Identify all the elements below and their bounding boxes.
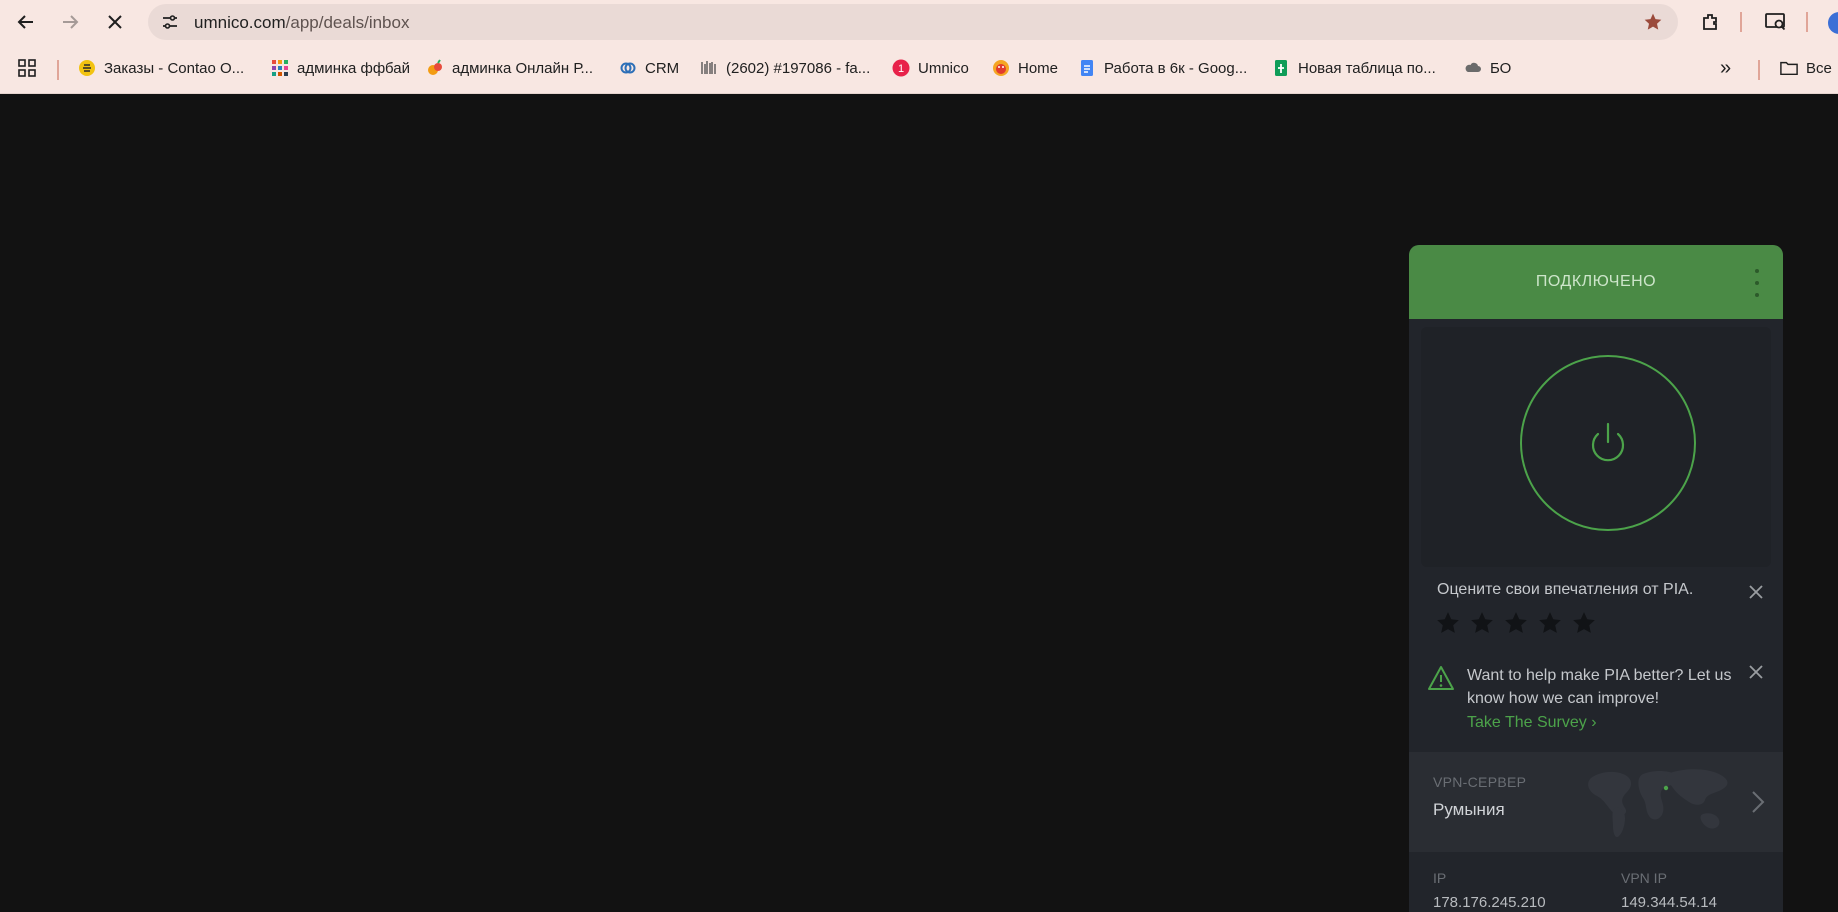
server-label: VPN-СЕРВЕР bbox=[1433, 774, 1527, 790]
site-info-icon[interactable] bbox=[156, 8, 184, 36]
vpn-server-selector[interactable]: VPN-СЕРВЕР Румыния bbox=[1409, 752, 1783, 852]
close-icon[interactable] bbox=[1746, 582, 1766, 602]
bookmark-label: админка ффбай bbox=[297, 59, 410, 77]
url-text: umnico.com/app/deals/inbox bbox=[194, 13, 409, 33]
bookmark-label: Umnico bbox=[918, 59, 969, 77]
bookmark-item[interactable]: (2602) #197086 - fa... bbox=[700, 55, 870, 81]
url-path: /app/deals/inbox bbox=[285, 13, 410, 32]
bookmark-label: (2602) #197086 - fa... bbox=[726, 59, 871, 77]
svg-text:1: 1 bbox=[898, 63, 904, 75]
bookmark-item[interactable]: Заказы - Contao O... bbox=[78, 55, 244, 81]
bookmark-item[interactable]: 1 Umnico bbox=[892, 55, 969, 81]
vpn-ip-label: VPN IP bbox=[1621, 870, 1667, 886]
home-face-icon bbox=[992, 59, 1010, 77]
back-arrow-icon bbox=[17, 15, 33, 29]
browser-toolbar: umnico.com/app/deals/inbox bbox=[0, 0, 1838, 44]
world-map-icon bbox=[1588, 769, 1728, 838]
vpn-ip-value: 149.344.54.14 bbox=[1621, 894, 1717, 911]
bookmarks-bar: Заказы - Contao O... админка ффбай админ… bbox=[0, 52, 1838, 84]
address-bar[interactable]: umnico.com/app/deals/inbox bbox=[148, 4, 1678, 40]
power-icon bbox=[1591, 422, 1625, 462]
power-area bbox=[1421, 327, 1771, 567]
google-docs-icon bbox=[1078, 59, 1096, 77]
umnico-badge-icon: 1 bbox=[892, 59, 910, 77]
google-sheets-icon bbox=[1272, 59, 1290, 77]
folder-icon bbox=[1780, 59, 1798, 77]
star-3[interactable] bbox=[1503, 610, 1529, 636]
close-icon bbox=[108, 15, 122, 29]
chevron-right-icon bbox=[1752, 791, 1765, 813]
star-5[interactable] bbox=[1571, 610, 1597, 636]
forward-arrow-icon bbox=[63, 15, 79, 29]
bookmark-label: Новая таблица по... bbox=[1298, 59, 1436, 77]
bookmark-item[interactable]: Home bbox=[992, 55, 1058, 81]
profile-avatar[interactable] bbox=[1828, 12, 1838, 34]
bookmark-label: Заказы - Contao O... bbox=[104, 59, 245, 77]
bookmark-item[interactable]: админка Онлайн Р... bbox=[426, 55, 593, 81]
forward-button[interactable] bbox=[54, 6, 86, 38]
crm-icon bbox=[619, 59, 637, 77]
bookmark-label: CRM bbox=[645, 59, 680, 77]
grid-colorful-icon bbox=[271, 59, 289, 77]
barcode-icon bbox=[700, 59, 718, 77]
ip-label: IP bbox=[1433, 870, 1447, 886]
bookmark-item[interactable]: Работа в 6к - Goog... bbox=[1078, 55, 1247, 81]
take-survey-link[interactable]: Take The Survey › bbox=[1467, 714, 1597, 732]
bookmark-label: Все bbox=[1806, 59, 1832, 77]
connection-status: ПОДКЛЮЧЕНО bbox=[1535, 273, 1657, 290]
bookmark-item[interactable]: админка ффбай bbox=[271, 55, 410, 81]
bookmark-item[interactable]: Новая таблица по... bbox=[1272, 55, 1436, 81]
extensions-icon[interactable] bbox=[1697, 8, 1725, 36]
survey-message: Want to help make PIA better? Let us kno… bbox=[1467, 667, 1732, 707]
apps-grid-icon bbox=[18, 59, 36, 77]
bookmarks-separator bbox=[57, 60, 59, 80]
power-button[interactable] bbox=[1520, 355, 1696, 531]
bookmark-item[interactable]: CRM bbox=[619, 55, 679, 81]
toolbar-separator bbox=[1740, 12, 1742, 32]
cloud-icon bbox=[1464, 59, 1482, 77]
url-host: umnico.com bbox=[194, 13, 286, 32]
star-1[interactable] bbox=[1435, 610, 1461, 636]
all-bookmarks-folder[interactable]: Все bbox=[1780, 55, 1832, 81]
vpn-header: ПОДКЛЮЧЕНО bbox=[1409, 245, 1783, 319]
vpn-panel: ПОДКЛЮЧЕНО Оцените свои впечатления от P… bbox=[1409, 245, 1783, 912]
rating-card: Оцените свои впечатления от PIA. bbox=[1409, 570, 1783, 640]
back-button[interactable] bbox=[10, 6, 42, 38]
ip-value: 178.176.245.210 bbox=[1433, 894, 1546, 911]
star-2[interactable] bbox=[1469, 610, 1495, 636]
bookmark-label: Работа в 6к - Goog... bbox=[1104, 59, 1248, 77]
bee-icon bbox=[78, 59, 96, 77]
bookmark-label: Home bbox=[1018, 59, 1059, 77]
cast-search-icon[interactable] bbox=[1762, 8, 1790, 36]
rating-prompt: Оцените свои впечатления от PIA. bbox=[1437, 581, 1694, 598]
warning-icon bbox=[1427, 665, 1455, 691]
toolbar-separator bbox=[1806, 12, 1808, 32]
rating-stars bbox=[1435, 610, 1597, 636]
bookmarks-separator bbox=[1758, 60, 1760, 80]
ip-info: IP 178.176.245.210 VPN IP 149.344.54.14 bbox=[1409, 852, 1783, 912]
fruit-icon bbox=[426, 59, 444, 77]
bookmarks-overflow-button[interactable]: » bbox=[1720, 55, 1731, 81]
bookmark-item[interactable]: БО bbox=[1464, 55, 1511, 81]
survey-card: Want to help make PIA better? Let us kno… bbox=[1409, 650, 1783, 742]
bookmark-label: БО bbox=[1490, 59, 1512, 77]
server-name: Румыния bbox=[1433, 800, 1505, 819]
double-chevron-icon: » bbox=[1720, 56, 1732, 79]
bookmark-label: админка Онлайн Р... bbox=[452, 59, 594, 77]
bookmark-star-icon[interactable] bbox=[1642, 11, 1664, 33]
close-icon[interactable] bbox=[1746, 662, 1766, 682]
apps-button[interactable] bbox=[18, 55, 36, 81]
browser-chrome: umnico.com/app/deals/inbox Заказы - Cont… bbox=[0, 0, 1838, 94]
stop-loading-button[interactable] bbox=[99, 6, 131, 38]
more-options-icon[interactable] bbox=[1753, 269, 1761, 297]
star-4[interactable] bbox=[1537, 610, 1563, 636]
